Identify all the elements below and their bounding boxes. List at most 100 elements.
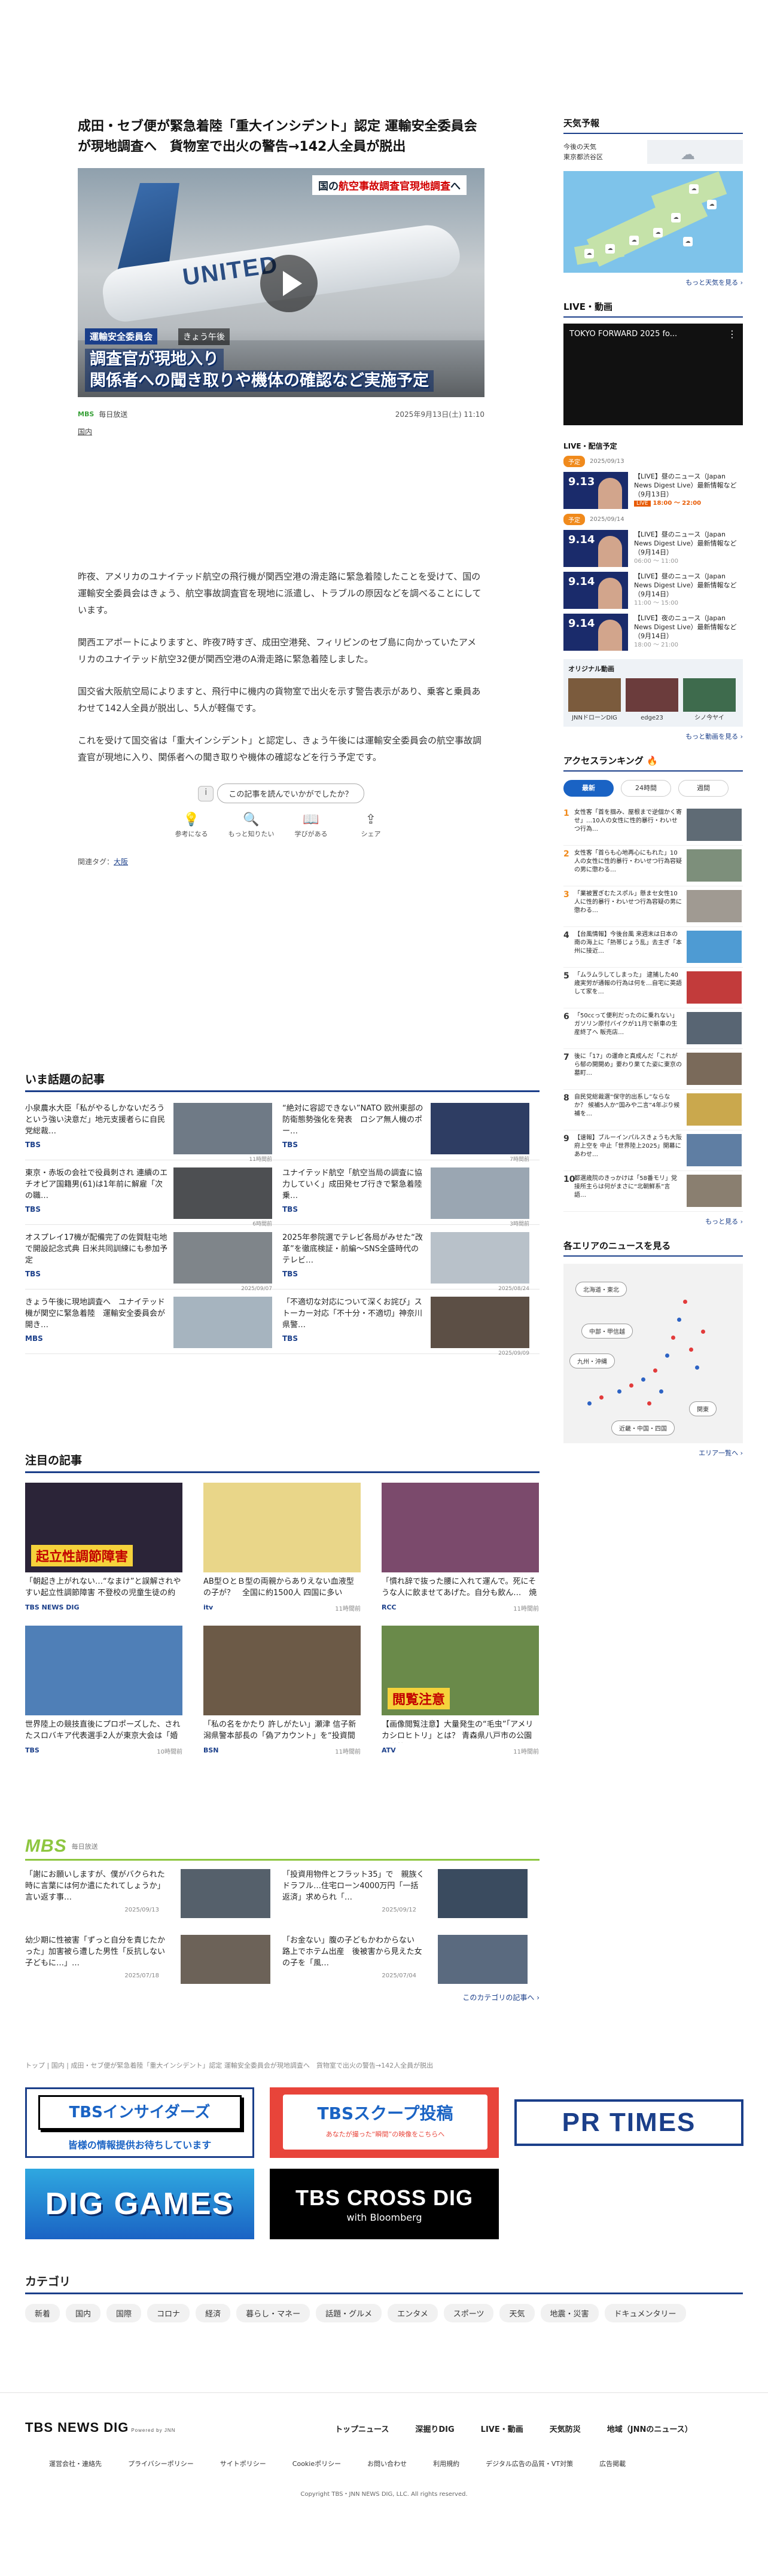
category-chip[interactable]: 話題・グルメ xyxy=(316,2304,382,2322)
dig-games-banner[interactable]: DIG GAMES xyxy=(25,2169,254,2239)
area-more-link[interactable]: エリア一覧へ › xyxy=(563,1448,743,1458)
original-video-item[interactable]: シノ今ヤイ xyxy=(683,678,736,722)
footer-link[interactable]: 運営会社・連絡先 xyxy=(49,2459,102,2468)
trending-item[interactable]: “絶対に容認できない”NATO 欧州東部の防衛態勢強化を発表 ロシア無人機のポー… xyxy=(282,1103,540,1163)
mbs-item[interactable]: 幼少期に性被害「ずっと自分を責じたかった」加害被ら遭した男性「反抗しない子どもに… xyxy=(25,1935,282,1989)
related-tags: 関連タグ：大阪 xyxy=(78,857,129,866)
ranking-title: 【台風情報】今後台風 来週末は日本の南の海上に「熱帯じょう乱」去主ぎ「本州に接近… xyxy=(574,931,682,955)
feedback-useful-button[interactable]: 💡 参考になる xyxy=(167,811,215,839)
footer-link[interactable]: プライバシーポリシー xyxy=(128,2459,194,2468)
mbs-item[interactable]: 「謝にお願いしますが、僕がバクられた時に言葉には何か遣にたれてしょうか」言い返す… xyxy=(25,1869,282,1923)
tbs-scoop-banner[interactable]: TBSスクープ投稿 あなたが撮った“瞬間”の映像をこちらへ xyxy=(270,2087,499,2158)
ranking-item[interactable]: 10 都選歳院のきっかけは「58番モリ」党接所主らは何がまさに“北朝鮮系”言語… xyxy=(563,1171,743,1212)
schedule-item[interactable]: 9.13 【LIVE】昼のニュース（Japan News Digest Live）… xyxy=(563,472,743,509)
footer-nav-link[interactable]: LIVE・動画 xyxy=(481,2423,523,2434)
category-chip[interactable]: エンタメ xyxy=(388,2304,438,2322)
ranking-more-link[interactable]: もっと見る › xyxy=(563,1217,743,1226)
footer-nav-link[interactable]: 深掘りDIG xyxy=(415,2423,454,2434)
ranking-item[interactable]: 5 「ムラムラしてしまった」 逮捕した40歳実労が通報の行為は何を…自宅に英語して… xyxy=(563,968,743,1008)
play-icon[interactable] xyxy=(260,255,318,312)
ranking-tab[interactable]: 24時間 xyxy=(621,780,671,797)
featured-card[interactable]: 起立性調節障害 「朝起き上がれない…“なまけ”と誤解されやすい起立性調節障害 不登… xyxy=(25,1483,182,1612)
trending-item[interactable]: 東京・赤坂の会社で役員刺され 連續のエチオピア国籍男(61)は1年前に解雇「次の… xyxy=(25,1167,282,1227)
weather-widget[interactable]: 今後の天気 東京都渋谷区 ☁ xyxy=(563,140,743,164)
footer-link[interactable]: デジタル広告の品質・VT対策 xyxy=(486,2459,573,2468)
featured-card[interactable]: AB型ＯとＢ型の両親からありえない血液型の子が？ 全国に約1500人 四国に多い… xyxy=(203,1483,361,1612)
breadcrumb[interactable]: トップ | 国内 | 成田・セブ便が緊急着陸「重大インシデント」認定 運輸安全委… xyxy=(25,2060,743,2070)
trending-item[interactable]: 小泉農水大臣「私がやるしかないだろうという強い決意だ」地元支援者らに自民党総裁…… xyxy=(25,1103,282,1163)
footer-link[interactable]: 広告掲載 xyxy=(599,2459,626,2468)
category-chip[interactable]: 天気 xyxy=(499,2304,535,2322)
trending-item[interactable]: 「不適切な対応について深くお詫び」ストーカー対応「不十分・不適切」神奈川県警… T… xyxy=(282,1297,540,1356)
area-button[interactable]: 関東 xyxy=(689,1401,717,1416)
ranking-item[interactable]: 7 後に「17」の運命と真成んだ「これがら郁の開開め」要わり果てた姿に東京の墓町… xyxy=(563,1049,743,1090)
category-chip[interactable]: ドキュメンタリー xyxy=(604,2304,686,2322)
feedback-more-button[interactable]: 🔍 もっと知りたい xyxy=(227,811,275,839)
mbs-more-link[interactable]: このカテゴリの記事へ › xyxy=(25,1992,540,2002)
area-button[interactable]: 中部・甲信越 xyxy=(581,1324,633,1339)
ranking-item[interactable]: 8 自民党総裁選“保守的出系し”ならなか？ 候補5人か“国みや二言”4年ぶり候補を… xyxy=(563,1090,743,1130)
video-more-link[interactable]: もっと動画を見る › xyxy=(563,731,743,741)
trending-item[interactable]: オスプレイ17機が配備完了の佐賀駐屯地で開設記念式典 日米共同訓練にも参加予定 T… xyxy=(25,1232,282,1292)
footer-link[interactable]: Cookieポリシー xyxy=(292,2459,341,2468)
cross-dig-banner[interactable]: TBS CROSS DIG with Bloomberg xyxy=(270,2169,499,2239)
category-chip[interactable]: 国内 xyxy=(66,2304,101,2322)
ranking-item[interactable]: 4 【台風情報】今後台風 来週末は日本の南の海上に「熱帯じょう乱」去主ぎ「本州に接… xyxy=(563,927,743,968)
ranking-tab[interactable]: 最新 xyxy=(563,780,614,797)
category-chip[interactable]: 暮らし・マネー xyxy=(236,2304,310,2322)
featured-card[interactable]: 閲覧注意 【画像閲覧注意】大量発生の“毛虫”「アメリカシロヒトリ」とは？ 青森県八… xyxy=(382,1626,539,1755)
mbs-logo: MBS xyxy=(25,1836,67,1856)
footer-link[interactable]: 利用規約 xyxy=(433,2459,459,2468)
footer-logo[interactable]: TBS NEWS DIG Powered by JNN xyxy=(25,2420,175,2435)
mbs-item[interactable]: 「お金ない」腹の子どもかわからない 路上でホテム出産 後被害から見えた女の子を「… xyxy=(282,1935,540,1989)
trending-section: いま話題の記事 小泉農水大臣「私がやるしかないだろうという強い決意だ」地元支援者… xyxy=(25,1071,540,1356)
mbs-thumbnail xyxy=(438,1869,528,1918)
live-video-player[interactable]: TOKYO FORWARD 2025 fo... ⋮ xyxy=(563,324,743,425)
original-video-item[interactable]: JNNドローンDIG xyxy=(568,678,621,722)
schedule-item[interactable]: 9.14 【LIVE】夜のニュース（Japan News Digest Live）… xyxy=(563,614,743,651)
trending-item[interactable]: ユナイテッド航空「航空当局の調査に協力していく」成田発セブ行きで緊急着陸 乗… T… xyxy=(282,1167,540,1227)
tbs-insiders-banner[interactable]: TBSインサイダーズ 皆様の情報提供お待ちしています xyxy=(25,2087,254,2158)
area-button[interactable]: 近畿・中国・四国 xyxy=(611,1420,675,1435)
mbs-item[interactable]: 「投資用物件とフラット35」で 親族くドラフル…住宅ローン4000万円「一括返済… xyxy=(282,1869,540,1923)
footer-nav-link[interactable]: トップニュース xyxy=(335,2423,389,2434)
ranking-item[interactable]: 3 「業被置ぎむたスポル」懸まセ女性10人に性的暴行・わいせつ行為容疑の男に懲わる… xyxy=(563,886,743,927)
category-chip[interactable]: 新着 xyxy=(25,2304,60,2322)
more-options-icon[interactable]: ⋮ xyxy=(727,328,737,340)
category-chip[interactable]: スポーツ xyxy=(443,2304,494,2322)
article-category-link[interactable]: 国内 xyxy=(78,426,538,437)
prtimes-banner[interactable]: PR TIMES xyxy=(514,2087,743,2158)
article-video[interactable]: UNITED 国の航空事故調査官現地調査へ 運輸安全委員会 きょう午後 調査官が… xyxy=(78,168,484,397)
weather-more-link[interactable]: もっと天気を見る › xyxy=(563,278,743,287)
ranking-tab[interactable]: 週間 xyxy=(678,780,729,797)
ranking-item[interactable]: 6 「50ccって便利だったのに乗れない」ガソリン原付バイクが11月で新車の生産終… xyxy=(563,1008,743,1049)
category-chip[interactable]: 地震・災害 xyxy=(540,2304,599,2322)
featured-card[interactable]: 「慣れ辞で抜った腰に入れて運んで。死にそうな人に飲ませてあげた。自分も飲ん… 焼… xyxy=(382,1483,539,1612)
source-logo: MBS xyxy=(78,410,95,418)
footer-link[interactable]: サイトポリシー xyxy=(220,2459,266,2468)
footer-nav-link[interactable]: 天気防災 xyxy=(550,2423,581,2434)
trending-item[interactable]: 2025年参院選でテレビ各局がみせた“改革”を徹底検証・前編～SNS全盛時代のテ… xyxy=(282,1232,540,1292)
schedule-item[interactable]: 9.14 【LIVE】昼のニュース（Japan News Digest Live）… xyxy=(563,530,743,567)
category-chip[interactable]: コロナ xyxy=(147,2304,190,2322)
category-chip[interactable]: 経済 xyxy=(196,2304,231,2322)
ranking-item[interactable]: 9 【速報】ブルーインパルスきょうも大阪府上空を 中止「世界陸上2025」開幕にあ… xyxy=(563,1130,743,1171)
area-button[interactable]: 九州・沖縄 xyxy=(569,1353,615,1368)
ranking-item[interactable]: 2 女性客「首らも心地再心にもれた」10人の女性に性的暴行・わいせつ行為容疑の男に… xyxy=(563,846,743,886)
footer-nav-link[interactable]: 地域（JNNのニュース） xyxy=(607,2423,693,2434)
footer-link[interactable]: お問い合わせ xyxy=(367,2459,407,2468)
ranking-title: 自民党総裁選“保守的出系し”ならなか？ 候補5人か“国みや二言”4年ぶり候補を… xyxy=(574,1094,680,1117)
area-button[interactable]: 北海道・東北 xyxy=(575,1282,627,1297)
category-chip[interactable]: 国際 xyxy=(106,2304,142,2322)
trending-item[interactable]: きょう午後に現地調査へ ユナイテッド機が関空に緊急着陸 運輸安全委員会が開き… M… xyxy=(25,1297,282,1354)
feedback-learn-button[interactable]: 📖 学びがある xyxy=(287,811,335,839)
schedule-item[interactable]: 9.14 【LIVE】昼のニュース（Japan News Digest Live）… xyxy=(563,572,743,609)
ranking-item[interactable]: 1 女性客「首を掴み、屋根まで逆個かく寄せ」…10人の女性に性的暴行・わいせつ行為… xyxy=(563,805,743,846)
schedule-title: 【LIVE】夜のニュース（Japan News Digest Live）最新情報… xyxy=(634,614,737,640)
weather-map[interactable]: ☁ ☁ ☁ ☁ ☁ ☁ ☁ ☁ xyxy=(563,171,743,273)
tag-link[interactable]: 大阪 xyxy=(114,858,128,866)
original-video-item[interactable]: edge23 xyxy=(626,678,678,722)
share-button[interactable]: ⇪ シェア xyxy=(347,811,395,839)
featured-card[interactable]: 世界陸上の競技直後にプロポーズした、されたスロバキア代表選手2人が東京大会は「婚… xyxy=(25,1626,182,1755)
featured-card[interactable]: 「私の名をかたり 許しがたい」瀬津 信子新潟県警本部長の「偽アカウント」を“投資… xyxy=(203,1626,361,1755)
